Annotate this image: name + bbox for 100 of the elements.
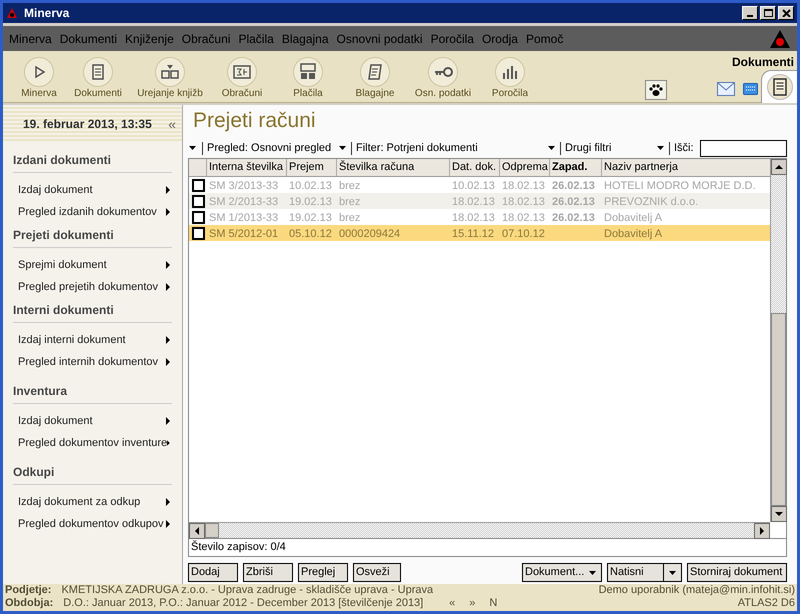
- sidebar-link[interactable]: Sprejmi dokument: [18, 257, 172, 273]
- filter-dropdown[interactable]: Drugi filtri: [565, 140, 665, 156]
- table-cell: SM 2/2013-33: [209, 196, 278, 208]
- column-header[interactable]: Odprema: [500, 159, 550, 176]
- row-checkbox[interactable]: [192, 210, 204, 224]
- caret-icon: [338, 145, 347, 151]
- cancel-document-button[interactable]: Storniraj dokument: [687, 563, 787, 582]
- search-label: Išči:: [674, 140, 694, 156]
- scroll-left-icon: [189, 523, 205, 539]
- action-button[interactable]: Preglej: [298, 563, 348, 582]
- table-cell: 26.02.13: [552, 180, 595, 192]
- section-header: Inventura: [13, 382, 172, 404]
- toolbar-button[interactable]: Urejanje knjižb: [129, 57, 211, 99]
- close-button[interactable]: [778, 6, 794, 20]
- submenu-arrow-icon: [166, 358, 170, 366]
- scroll-right-icon: [754, 523, 770, 539]
- table-cell: brez: [339, 180, 360, 192]
- paw-icon: [649, 84, 663, 96]
- paw-button[interactable]: [645, 80, 667, 100]
- document-menu-button[interactable]: Dokument...: [522, 563, 602, 582]
- table-cell: 07.10.12: [502, 228, 545, 240]
- row-checkbox[interactable]: [192, 226, 204, 240]
- sidebar-link[interactable]: Pregled dokumentov inventure: [18, 435, 172, 451]
- section-header: Interni dokumenti: [13, 301, 172, 323]
- sidebar-link[interactable]: Izdaj dokument: [18, 182, 172, 198]
- column-header[interactable]: Številka računa: [337, 159, 450, 176]
- maximize-icon: [764, 9, 772, 17]
- keyboard-button[interactable]: [743, 83, 758, 95]
- submenu-arrow-icon: [166, 186, 170, 194]
- horizontal-scrollbar[interactable]: [189, 522, 770, 538]
- sidebar-link[interactable]: Pregled dokumentov odkupov: [18, 516, 172, 532]
- toolbar-button[interactable]: Obračuni: [211, 57, 273, 99]
- sidebar-link[interactable]: Izdaj dokument za odkup: [18, 494, 172, 510]
- toolbar-button[interactable]: Dokumenti: [67, 57, 129, 99]
- table-cell: SM 1/2013-33: [209, 212, 278, 224]
- close-icon: [782, 9, 790, 17]
- nav-button[interactable]: N: [489, 597, 498, 610]
- module-tab[interactable]: [761, 70, 797, 103]
- scroll-thumb[interactable]: [205, 523, 219, 538]
- view-menu-button[interactable]: [188, 145, 198, 151]
- app-logo-icon: [6, 7, 18, 19]
- section-header: Odkupi: [13, 463, 172, 485]
- column-header[interactable]: Interna številka: [207, 159, 287, 176]
- submenu-arrow-icon: [166, 498, 170, 506]
- action-button[interactable]: Zbriši: [243, 563, 293, 582]
- toolbar-button[interactable]: Plačila: [273, 57, 343, 99]
- scroll-down-icon: [771, 506, 787, 522]
- period-text: D.O.: Januar 2013, P.O.: Januar 2012 - December 2013 [številčenje 2013]: [63, 597, 424, 610]
- caret-icon: [668, 570, 677, 576]
- submenu-arrow-icon: [166, 283, 170, 291]
- action-button[interactable]: Osveži: [353, 563, 401, 582]
- search-field[interactable]: [700, 140, 787, 156]
- table-cell: 18.02.13: [502, 180, 545, 192]
- toolbar-button[interactable]: Osn. podatki: [407, 57, 479, 99]
- collapse-button[interactable]: «: [168, 114, 176, 134]
- filter-dropdown[interactable]: Pregled: Osnovni pregled: [207, 140, 347, 156]
- table-cell: 10.02.13: [289, 180, 332, 192]
- column-header[interactable]: Zapad.: [550, 159, 602, 176]
- table-cell: brez: [339, 196, 360, 208]
- sidebar-link[interactable]: Pregled internih dokumentov: [18, 354, 172, 370]
- sidebar-link[interactable]: Izdaj dokument: [18, 413, 172, 429]
- sidebar-link[interactable]: Pregled izdanih dokumentov: [18, 204, 172, 220]
- section-header: Izdani dokumenti: [13, 151, 172, 173]
- filter-dropdown[interactable]: Filter: Potrjeni dokumenti: [356, 140, 556, 156]
- table-cell: SM 5/2012-01: [209, 228, 278, 240]
- column-header[interactable]: Prejem: [287, 159, 337, 176]
- scroll-up-icon: [771, 159, 787, 175]
- submenu-arrow-icon: [167, 439, 170, 447]
- envelope-icon: [717, 82, 735, 96]
- column-header[interactable]: Dat. dok.: [450, 159, 500, 176]
- row-checkbox[interactable]: [192, 194, 204, 208]
- action-button[interactable]: Dodaj: [188, 563, 238, 582]
- table-cell: 0000209424: [339, 228, 400, 240]
- submenu-arrow-icon: [166, 261, 170, 269]
- table-cell: 18.02.13: [502, 196, 545, 208]
- nav-button[interactable]: «: [449, 597, 456, 610]
- submenu-arrow-icon: [166, 417, 170, 425]
- caret-icon: [547, 145, 556, 151]
- mail-button[interactable]: [717, 82, 735, 96]
- nav-button[interactable]: »: [469, 597, 476, 610]
- status-label: Podjetje:: [5, 584, 52, 597]
- table-cell: 26.02.13: [552, 212, 595, 224]
- toolbar-button[interactable]: Blagajne: [343, 57, 407, 99]
- minimize-button[interactable]: [742, 6, 758, 20]
- app-logo-icon: [769, 28, 791, 48]
- row-checkbox[interactable]: [192, 178, 204, 192]
- toolbar-button[interactable]: Poročila: [479, 57, 541, 99]
- scroll-thumb[interactable]: [771, 313, 786, 506]
- table-cell: 18.02.13: [502, 212, 545, 224]
- table-cell: 18.02.13: [452, 196, 495, 208]
- sidebar-link[interactable]: Izdaj interni dokument: [18, 332, 172, 348]
- document-icon: [772, 78, 788, 96]
- print-split-button[interactable]: Natisni: [607, 563, 682, 582]
- table-cell: 18.02.13: [452, 212, 495, 224]
- maximize-button[interactable]: [760, 6, 776, 20]
- module-label: Dokumenti: [732, 54, 794, 71]
- vertical-scrollbar[interactable]: [770, 159, 786, 522]
- version-label: ATLAS2 D6: [738, 597, 795, 610]
- toolbar-button[interactable]: Minerva: [11, 57, 67, 99]
- sidebar-link[interactable]: Pregled prejetih dokumentov: [18, 279, 172, 295]
